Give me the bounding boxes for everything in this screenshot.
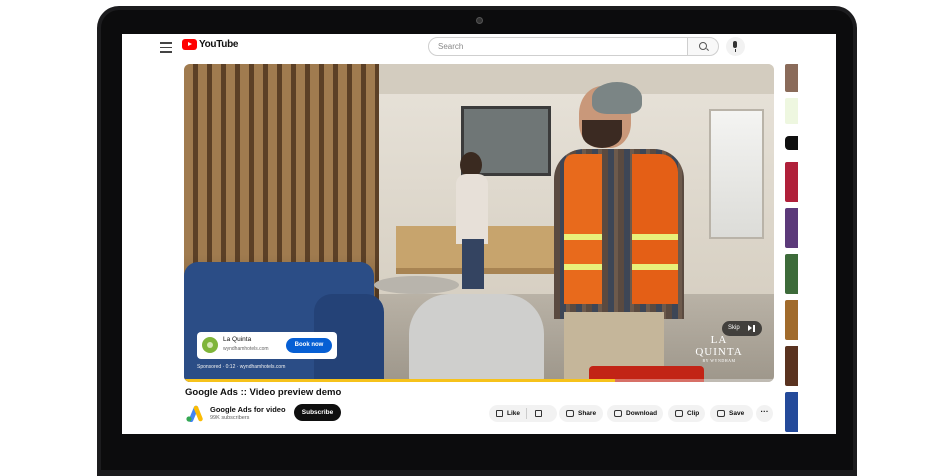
video-player[interactable]: LA QUINTA BY WYNDHAM La Quinta wyndhamho… (184, 64, 774, 382)
scene-vest-stripe (564, 234, 602, 240)
thumbs-up-icon[interactable] (496, 410, 503, 417)
scene-vest-left (564, 154, 602, 304)
side-thumbnail[interactable] (785, 392, 798, 432)
youtube-logo-text: YouTube (199, 39, 239, 50)
skip-next-icon (753, 325, 755, 332)
playlist-add-icon (717, 410, 725, 417)
skip-ad-button[interactable]: Skip (722, 321, 762, 336)
scene-window (709, 109, 764, 239)
clip-button[interactable]: Clip (668, 405, 705, 422)
youtube-screen: YouTube Search LA QUINTA BY WYNDHAM La Q… (122, 34, 836, 434)
sponsored-label: Sponsored · 0:12 · wyndhamhotels.com (197, 364, 286, 370)
microphone-icon[interactable] (726, 37, 745, 56)
scene-grey-chair (409, 294, 544, 382)
subscriber-count: 99K subscribers (210, 415, 250, 421)
side-thumbnail[interactable] (785, 162, 798, 202)
scene-vest-right (632, 154, 678, 304)
download-label: Download (626, 410, 658, 417)
share-label: Share (578, 410, 597, 417)
more-actions-button[interactable]: ··· (756, 405, 773, 422)
like-dislike-group: Like (489, 405, 557, 422)
scene-vest-stripe (632, 234, 678, 240)
webcam-icon (476, 17, 483, 24)
watermark-subtext: BY WYNDHAM (702, 358, 736, 363)
scene-vest-stripe (632, 264, 678, 270)
share-button[interactable]: Share (559, 405, 603, 422)
subscribe-button[interactable]: Subscribe (294, 404, 341, 421)
save-label: Save (729, 410, 745, 417)
ad-progress-track[interactable] (184, 379, 774, 382)
side-thumbnail[interactable] (785, 346, 798, 386)
ad-companion-card[interactable]: La Quinta wyndhamhotels.com Book now (197, 332, 337, 359)
scene-vest-stripe (564, 264, 602, 270)
thumbs-down-icon[interactable] (535, 410, 542, 417)
advertiser-logo-icon (202, 337, 218, 353)
advertiser-name: La Quinta (223, 336, 252, 343)
side-thumbnail[interactable] (785, 208, 798, 248)
ad-progress-fill (184, 379, 615, 382)
watermark-text: LA QUINTA (695, 334, 743, 358)
side-thumbnail[interactable] (785, 300, 798, 340)
scene-ceiling (374, 64, 774, 94)
download-button[interactable]: Download (607, 405, 663, 422)
like-button[interactable]: Like (507, 405, 520, 422)
clip-label: Clip (687, 410, 700, 417)
scene-man-beanie (592, 82, 642, 114)
download-icon (614, 410, 622, 417)
advertiser-url: wyndhamhotels.com (223, 346, 269, 352)
search-input[interactable]: Search (428, 37, 688, 56)
like-divider (526, 408, 527, 419)
book-now-button[interactable]: Book now (286, 338, 332, 353)
google-ads-logo-icon[interactable] (185, 405, 204, 422)
menu-icon[interactable] (160, 42, 172, 53)
scissors-icon (675, 410, 683, 417)
scene-woman-body (456, 174, 488, 244)
scene-woman-legs (462, 239, 484, 289)
share-icon (566, 410, 574, 417)
skip-label: Skip (728, 325, 740, 331)
side-thumbnail[interactable] (785, 64, 798, 92)
youtube-play-icon (182, 39, 197, 50)
search-icon[interactable] (687, 37, 719, 56)
scene-side-table (374, 276, 459, 294)
scene-man-beard (582, 120, 622, 148)
la-quinta-watermark: LA QUINTA BY WYNDHAM (689, 334, 749, 363)
side-thumbnail[interactable] (785, 254, 798, 294)
youtube-logo[interactable]: YouTube (182, 39, 239, 50)
side-chip-all[interactable] (785, 136, 798, 150)
side-thumbnail[interactable] (785, 98, 798, 124)
channel-name[interactable]: Google Ads for video (210, 405, 286, 414)
save-button[interactable]: Save (710, 405, 753, 422)
video-title: Google Ads :: Video preview demo (185, 387, 342, 398)
